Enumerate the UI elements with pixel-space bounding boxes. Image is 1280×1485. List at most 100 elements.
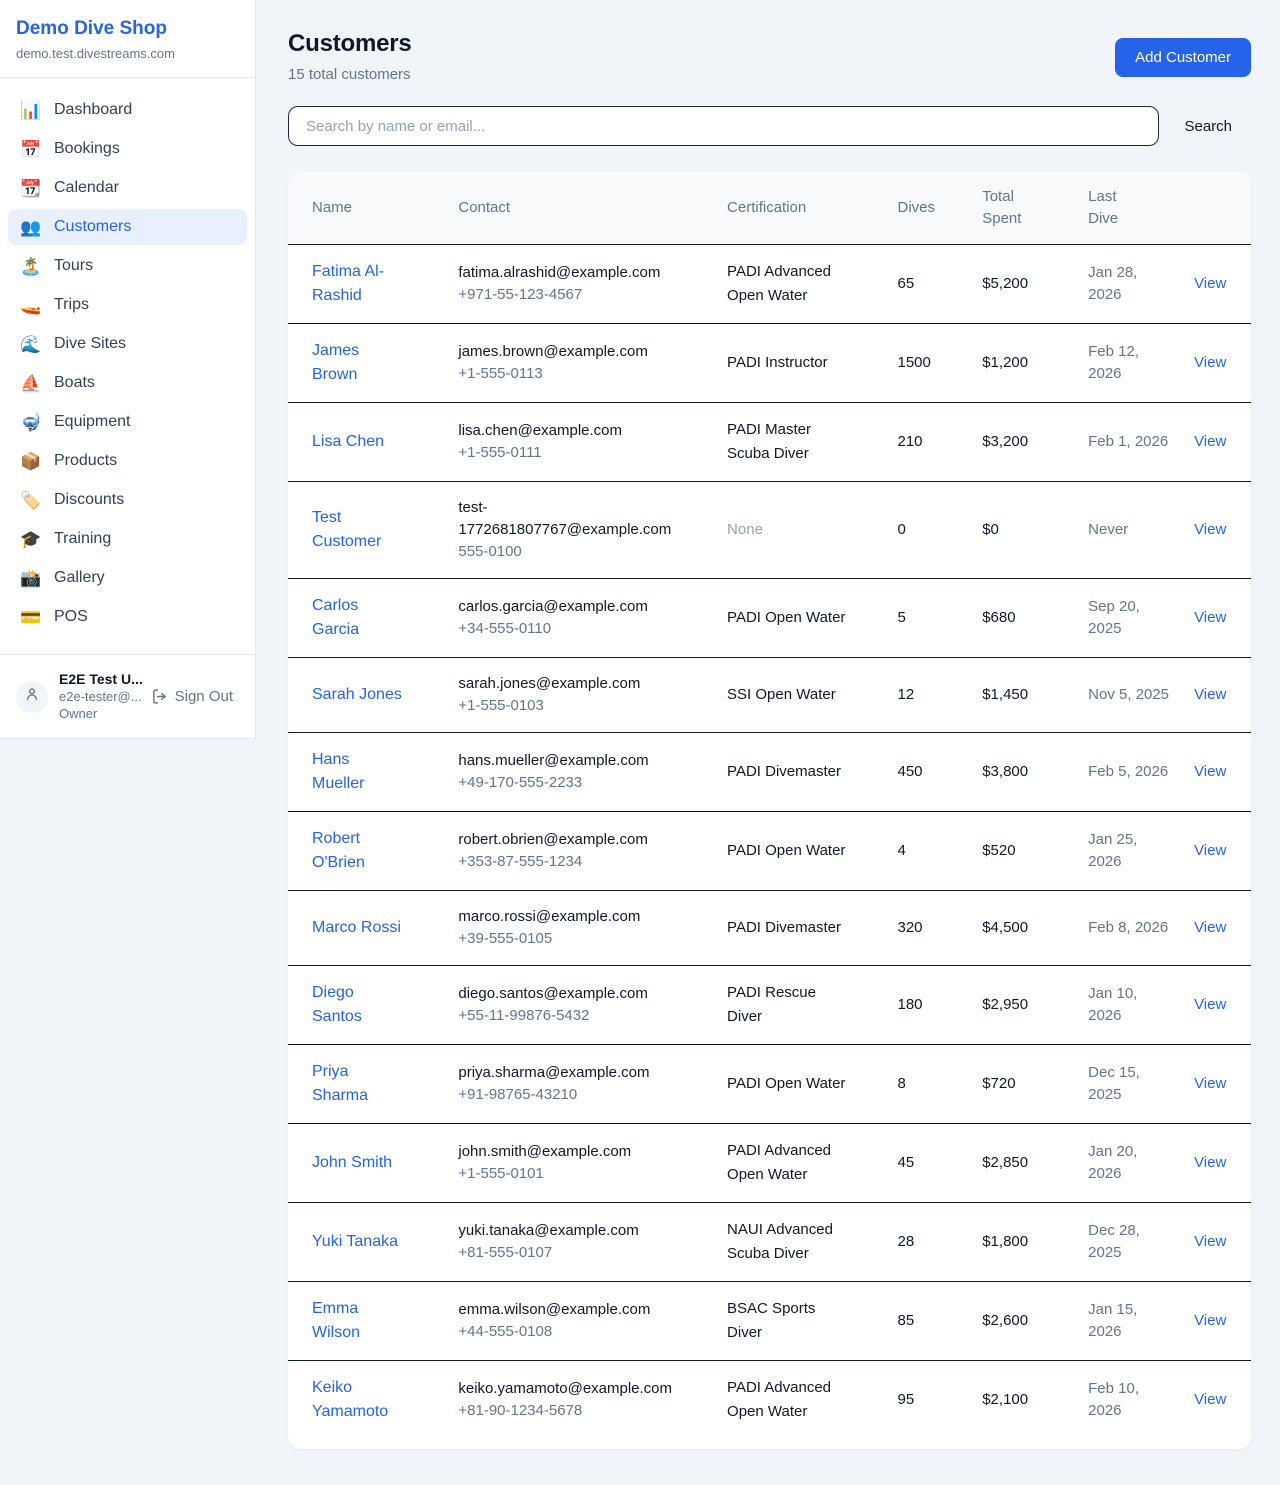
page-header: Customers 15 total customers Add Custome… xyxy=(288,30,1251,83)
sidebar-item-calendar[interactable]: 📆 Calendar xyxy=(8,170,247,206)
customer-name-link[interactable]: Hans Mueller xyxy=(312,748,405,796)
customer-dives: 5 xyxy=(897,609,905,626)
customer-dives: 180 xyxy=(897,996,922,1013)
sidebar-item-dashboard[interactable]: 📊 Dashboard xyxy=(8,92,247,128)
customer-name-link[interactable]: Carlos Garcia xyxy=(312,594,405,642)
sidebar-item-boats[interactable]: ⛵ Boats xyxy=(8,365,247,401)
view-link[interactable]: View xyxy=(1194,842,1226,859)
customer-total-spent: $0 xyxy=(982,521,999,538)
customer-certification: PADI Open Water xyxy=(727,1072,845,1096)
sidebar-item-customers[interactable]: 👥 Customers xyxy=(8,209,247,245)
customer-total-spent: $5,200 xyxy=(982,275,1028,292)
view-link[interactable]: View xyxy=(1194,354,1226,371)
avatar xyxy=(16,681,48,713)
sailboat-icon: ⛵ xyxy=(20,375,42,392)
customer-last-dive: Feb 5, 2026 xyxy=(1088,761,1168,783)
table-row: James Brown james.brown@example.com +1-5… xyxy=(288,324,1251,403)
sign-out-button[interactable]: Sign Out xyxy=(145,687,239,706)
customer-dives: 85 xyxy=(897,1312,914,1329)
customer-last-dive: Dec 28, 2025 xyxy=(1088,1220,1170,1264)
customer-last-dive: Nov 5, 2025 xyxy=(1088,684,1169,706)
calendar-icon: 📅 xyxy=(20,141,42,158)
speedboat-icon: 🚤 xyxy=(20,297,42,314)
table-row: Fatima Al-Rashid fatima.alrashid@example… xyxy=(288,245,1251,324)
customer-dives: 4 xyxy=(897,842,905,859)
customer-count: 15 total customers xyxy=(288,66,412,83)
search-button[interactable]: Search xyxy=(1184,118,1232,135)
customer-name-link[interactable]: Diego Santos xyxy=(312,981,405,1029)
table-row: Hans Mueller hans.mueller@example.com +4… xyxy=(288,733,1251,812)
customer-name-link[interactable]: John Smith xyxy=(312,1151,392,1175)
table-row: Yuki Tanaka yuki.tanaka@example.com +81-… xyxy=(288,1203,1251,1282)
view-link[interactable]: View xyxy=(1194,1233,1226,1250)
view-link[interactable]: View xyxy=(1194,521,1226,538)
sidebar-item-trips[interactable]: 🚤 Trips xyxy=(8,287,247,323)
column-header-dives: Dives xyxy=(873,172,958,245)
sidebar-item-products[interactable]: 📦 Products xyxy=(8,443,247,479)
customer-email: emma.wilson@example.com xyxy=(458,1299,687,1321)
customer-last-dive: Dec 15, 2025 xyxy=(1088,1062,1170,1106)
user-role: Owner xyxy=(59,705,134,722)
table-header-row: Name Contact Certification Dives Total S… xyxy=(288,172,1251,245)
customer-name-link[interactable]: Robert O'Brien xyxy=(312,827,405,875)
customer-name-link[interactable]: Yuki Tanaka xyxy=(312,1230,398,1254)
customer-name-link[interactable]: Keiko Yamamoto xyxy=(312,1376,405,1424)
customer-last-dive: Feb 12, 2026 xyxy=(1088,341,1170,385)
sidebar-item-dive-sites[interactable]: 🌊 Dive Sites xyxy=(8,326,247,362)
customer-certification: PADI Divemaster xyxy=(727,916,841,940)
customer-certification: PADI Advanced Open Water xyxy=(727,260,851,308)
column-header-name: Name xyxy=(288,172,434,245)
customer-total-spent: $2,950 xyxy=(982,996,1028,1013)
view-link[interactable]: View xyxy=(1194,686,1226,703)
customer-dives: 320 xyxy=(897,919,922,936)
search-input[interactable] xyxy=(288,106,1159,146)
customer-name-link[interactable]: James Brown xyxy=(312,339,405,387)
sidebar-item-tours[interactable]: 🏝️ Tours xyxy=(8,248,247,284)
sidebar-item-discounts[interactable]: 🏷️ Discounts xyxy=(8,482,247,518)
customer-certification: PADI Master Scuba Diver xyxy=(727,418,851,466)
view-link[interactable]: View xyxy=(1194,763,1226,780)
diving-mask-icon: 🤿 xyxy=(20,414,42,431)
view-link[interactable]: View xyxy=(1194,996,1226,1013)
customer-name-link[interactable]: Sarah Jones xyxy=(312,683,402,707)
island-icon: 🏝️ xyxy=(20,258,42,275)
customers-table: Name Contact Certification Dives Total S… xyxy=(288,172,1251,1439)
people-icon: 👥 xyxy=(20,219,42,236)
view-link[interactable]: View xyxy=(1194,1391,1226,1408)
customer-total-spent: $1,800 xyxy=(982,1233,1028,1250)
customer-name-link[interactable]: Lisa Chen xyxy=(312,430,384,454)
sidebar-item-gallery[interactable]: 📸 Gallery xyxy=(8,560,247,596)
view-link[interactable]: View xyxy=(1194,433,1226,450)
view-link[interactable]: View xyxy=(1194,1312,1226,1329)
column-header-actions xyxy=(1170,172,1251,245)
customer-phone: +49-170-555-2233 xyxy=(458,772,687,794)
view-link[interactable]: View xyxy=(1194,275,1226,292)
customer-phone: +34-555-0110 xyxy=(458,618,687,640)
view-link[interactable]: View xyxy=(1194,609,1226,626)
sidebar-item-training[interactable]: 🎓 Training xyxy=(8,521,247,557)
view-link[interactable]: View xyxy=(1194,1154,1226,1171)
sidebar-item-pos[interactable]: 💳 POS xyxy=(8,599,247,635)
view-link[interactable]: View xyxy=(1194,919,1226,936)
customer-phone: +44-555-0108 xyxy=(458,1321,687,1343)
column-header-total-spent: Total Spent xyxy=(958,172,1064,245)
customer-name-link[interactable]: Test Customer xyxy=(312,506,405,554)
customer-phone: +1-555-0111 xyxy=(458,442,687,464)
customer-dives: 1500 xyxy=(897,354,930,371)
sidebar-item-equipment[interactable]: 🤿 Equipment xyxy=(8,404,247,440)
customer-name-link[interactable]: Fatima Al-Rashid xyxy=(312,260,405,308)
column-header-certification: Certification xyxy=(703,172,873,245)
customers-tbody: Fatima Al-Rashid fatima.alrashid@example… xyxy=(288,245,1251,1440)
customer-name-link[interactable]: Marco Rossi xyxy=(312,916,401,940)
add-customer-button[interactable]: Add Customer xyxy=(1115,38,1251,77)
view-link[interactable]: View xyxy=(1194,1075,1226,1092)
customer-last-dive: Feb 1, 2026 xyxy=(1088,431,1168,453)
sidebar-item-bookings[interactable]: 📅 Bookings xyxy=(8,131,247,167)
customer-phone: +91-98765-43210 xyxy=(458,1084,687,1106)
table-row: Carlos Garcia carlos.garcia@example.com … xyxy=(288,579,1251,658)
customer-name-link[interactable]: Priya Sharma xyxy=(312,1060,405,1108)
customer-total-spent: $2,600 xyxy=(982,1312,1028,1329)
user-name: E2E Test U... xyxy=(59,671,134,688)
customer-name-link[interactable]: Emma Wilson xyxy=(312,1297,405,1345)
tag-icon: 🏷️ xyxy=(20,492,42,509)
